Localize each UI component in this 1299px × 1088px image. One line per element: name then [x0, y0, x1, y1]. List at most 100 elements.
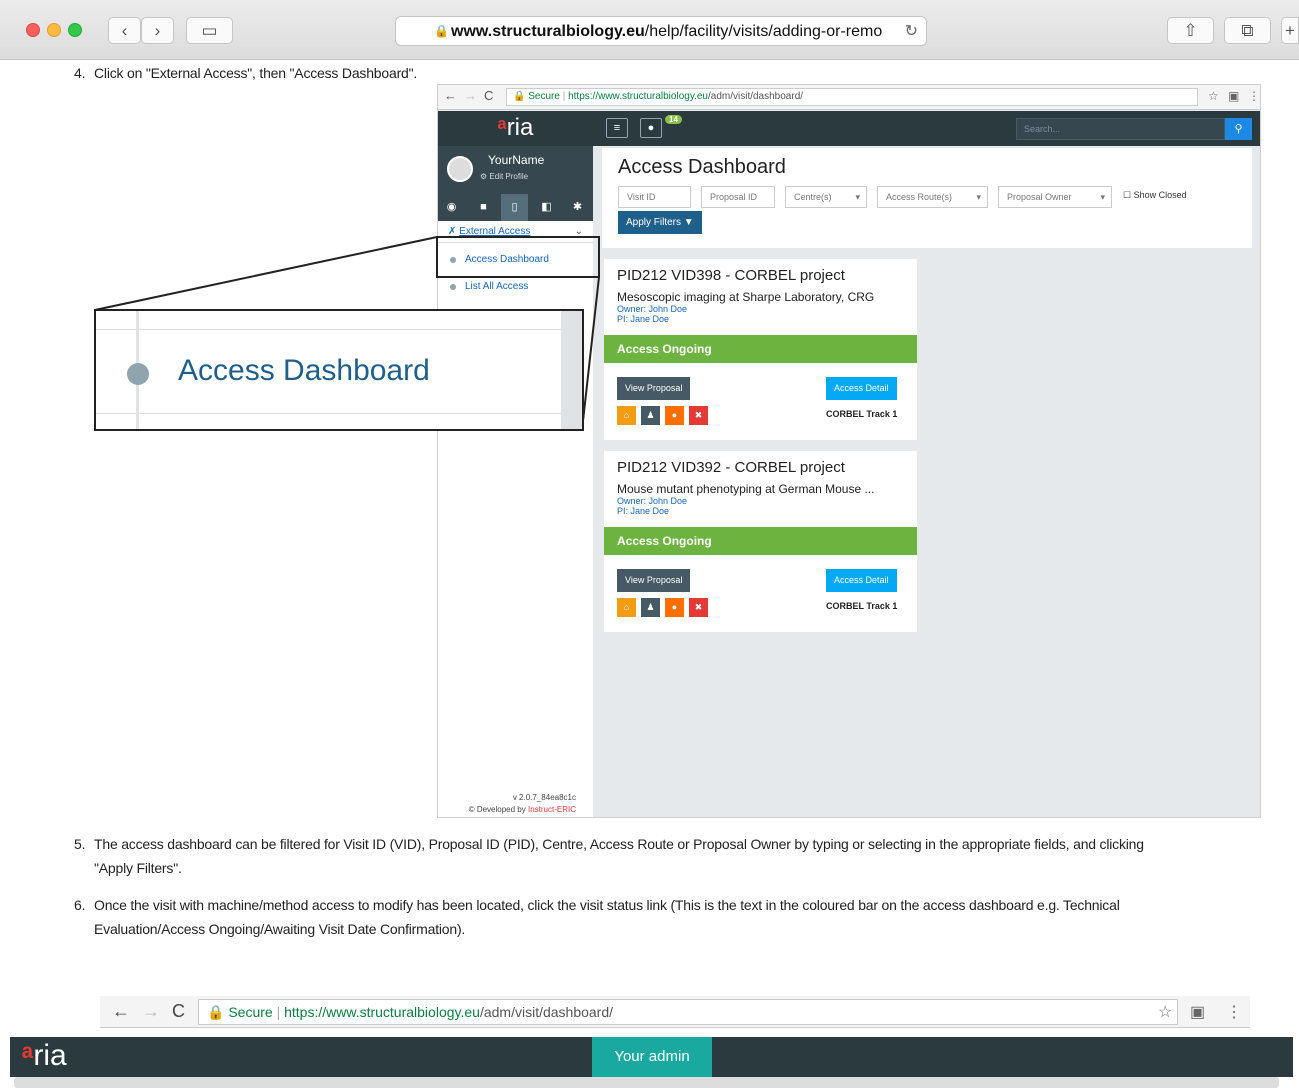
new-tab-button[interactable]: + [1281, 17, 1299, 44]
document-icon: ▯ [501, 194, 528, 221]
user-name: YourName [488, 153, 545, 167]
url-scheme: https://www.structuralbiology.eu [568, 91, 708, 102]
step-text-line2: "Apply Filters". [94, 860, 182, 876]
url-domain: www.structuralbiology.eu [451, 23, 645, 40]
app-bottom-bar: ᵃria Your admin [10, 1037, 1293, 1077]
share-button[interactable]: ⇧ [1167, 17, 1214, 44]
step-4: 4. Click on "External Access", then "Acc… [74, 61, 418, 85]
step-number: 4. [74, 65, 86, 81]
step-5: 5. The access dashboard can be filtered … [74, 832, 1274, 880]
card-owner: Owner: John Doe [617, 304, 688, 314]
zoom-label: Access Dashboard [178, 354, 430, 387]
lock-icon: 🔒 [207, 1004, 225, 1020]
back-arrow-icon: ← [112, 1001, 130, 1021]
notification-badge: 14 [665, 115, 682, 124]
access-detail-button: Access Detail [826, 377, 897, 400]
reload-icon: C [172, 1001, 185, 1021]
search-input: Search... [1016, 118, 1225, 140]
forward-arrow-icon: → [464, 88, 477, 103]
card-title: PID212 VID398 - CORBEL project [617, 267, 845, 284]
status-bar: Access Ongoing [604, 335, 917, 363]
app-sidebar: ᵃria YourName ⚙ Edit Profile ◉ ■ ▯ ◧ ✱ ✗… [438, 111, 593, 817]
chevron-right-icon: › [154, 21, 161, 40]
extension-icon: ▣ [1190, 1004, 1206, 1021]
inbox-icon: ■ [480, 201, 487, 213]
browser-titlebar: ‹ › ▭ 🔒 www.structuralbiology.eu/help/fa… [0, 0, 1299, 60]
proposal-id-field: Proposal ID [701, 186, 775, 208]
tabs-button[interactable]: ⧉ [1224, 17, 1271, 44]
step-number: 6. [74, 897, 86, 913]
avatar [447, 156, 473, 182]
horizontal-scrollbar[interactable] [14, 1077, 1279, 1088]
secure-label: Secure [528, 91, 560, 102]
card-pi: PI: Jane Doe [617, 506, 670, 516]
address-bar[interactable]: 🔒 www.structuralbiology.eu/help/facility… [395, 16, 927, 46]
centres-select: Centre(s) ▾ [785, 186, 867, 208]
url-scheme: https://www.structuralbiology.eu [284, 1004, 480, 1020]
url-rest: /adm/visit/dashboard/ [707, 91, 804, 102]
card-subtitle: Mouse mutant phenotyping at German Mouse… [617, 482, 875, 496]
reload-icon[interactable]: ↻ [905, 17, 918, 45]
url-path: /help/facility/visits/adding-or-remo [644, 23, 883, 40]
star-icon: ☆ [1158, 1004, 1173, 1021]
view-proposal-button: View Proposal [617, 569, 691, 592]
visit-id-field: Visit ID [618, 186, 691, 208]
step-number: 5. [74, 836, 86, 852]
user-panel: YourName ⚙ Edit Profile [438, 146, 593, 194]
users-icon: ♟ [641, 406, 660, 425]
step-text: Click on "External Access", then "Access… [94, 65, 418, 81]
close-window-button[interactable] [26, 23, 40, 37]
aria-logo: ᵃria [22, 1039, 67, 1072]
visit-card: PID212 VID392 - CORBEL project Mouse mut… [604, 451, 917, 632]
app-topbar: ≡ ● 14 Search... ⚲ [593, 111, 1260, 146]
aria-logo: ᵃria [438, 111, 593, 146]
card-owner: Owner: John Doe [617, 496, 688, 506]
hamburger-icon: ≡ [606, 118, 628, 138]
version-label: v 2.0.7_84ea8c1c [512, 793, 576, 802]
proposal-owner-select: Proposal Owner ▾ [998, 186, 1112, 208]
step-text-line1: The access dashboard can be filtered for… [94, 836, 1144, 852]
minimize-window-button[interactable] [47, 23, 61, 37]
sidebar-toggle-button[interactable]: ▭ [186, 17, 233, 44]
access-detail-button: Access Detail [826, 569, 897, 592]
lock-icon: 🔒 [513, 91, 526, 102]
plus-icon: + [1285, 21, 1295, 40]
apply-filters-button: Apply Filters ▼ [618, 211, 702, 234]
users-icon: ♟ [641, 598, 660, 617]
forward-arrow-icon: → [142, 1001, 160, 1021]
admin-label: Your admin [592, 1037, 712, 1077]
comment-icon: ● [665, 406, 684, 425]
back-button[interactable]: ‹ [108, 17, 141, 44]
search-icon: ⚲ [1225, 118, 1252, 140]
dashboard-screenshot: ← → C 🔒 Secure | https://www.structuralb… [437, 84, 1261, 818]
step-text-line2: Evaluation/Access Ongoing/Awaiting Visit… [94, 921, 466, 937]
back-arrow-icon: ← [444, 88, 457, 103]
forward-button[interactable]: › [141, 17, 174, 44]
book-icon: ◧ [541, 201, 552, 213]
home-icon: ⌂ [617, 598, 636, 617]
zoom-callout: Access Dashboard [94, 309, 584, 431]
comment-icon: ● [665, 598, 684, 617]
close-icon: ✖ [689, 598, 708, 617]
menu-dots-icon: ⋮ [1248, 89, 1260, 103]
close-icon: ✖ [689, 406, 708, 425]
track-label: CORBEL Track 1 [826, 409, 898, 419]
card-title: PID212 VID392 - CORBEL project [617, 459, 845, 476]
chrome-url: 🔒 Secure | https://www.structuralbiology… [198, 999, 1178, 1025]
share-icon: ⇧ [1183, 21, 1198, 40]
filters-panel: Access Dashboard Visit ID Proposal ID Ce… [602, 148, 1252, 248]
chevron-left-icon: ‹ [121, 21, 128, 40]
chat-icon: ● [640, 118, 662, 138]
home-icon: ⌂ [617, 406, 636, 425]
edit-profile-link: ⚙ Edit Profile [480, 172, 529, 181]
visit-card: PID212 VID398 - CORBEL project Mesoscopi… [604, 259, 917, 440]
gear-icon: ✱ [572, 201, 583, 213]
bullet-dot [127, 363, 149, 385]
track-label: CORBEL Track 1 [826, 601, 898, 611]
chrome-address-bar-2: ← → C 🔒 Secure | https://www.structuralb… [100, 996, 1250, 1028]
view-proposal-button: View Proposal [617, 377, 691, 400]
highlight-box [436, 236, 600, 278]
status-bar: Access Ongoing [604, 527, 917, 555]
star-icon: ☆ [1208, 89, 1219, 103]
zoom-window-button[interactable] [68, 23, 82, 37]
